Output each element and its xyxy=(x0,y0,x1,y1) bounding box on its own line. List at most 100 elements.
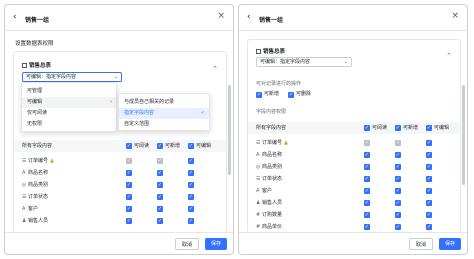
edit-checkbox[interactable]: ✓ xyxy=(188,182,194,188)
read-checkbox: ✓ xyxy=(126,158,132,164)
add-checkbox[interactable]: ✓ xyxy=(157,206,163,212)
table-row: ◎ 商品类别 ✓ ✓ ✓ xyxy=(14,179,226,191)
add-checkbox[interactable]: ✓ xyxy=(157,218,163,224)
dialog-header: ‹ 销售一组 × xyxy=(5,5,233,31)
read-checkbox[interactable]: ✓ xyxy=(364,164,370,170)
save-button[interactable]: 保存 xyxy=(205,238,228,250)
read-checkbox[interactable]: ✓ xyxy=(126,218,132,224)
table-row: A 客户 ✓ ✓ ✓ xyxy=(14,203,226,215)
ops-add-option[interactable]: ✓ 可新增 xyxy=(256,90,279,98)
add-checkbox: ✓ xyxy=(395,140,401,146)
select-all-edit-checkbox[interactable]: ✓ xyxy=(188,143,194,149)
submenu-item-specified-fields[interactable]: 指定字段内容 ✓ xyxy=(119,108,209,119)
scrollbar[interactable] xyxy=(462,85,465,185)
field-table-header: 所有字段内容 ✓ 可阅读 ✓ 可新增 ✓ 可编辑 xyxy=(248,122,460,134)
read-checkbox[interactable]: ✓ xyxy=(126,170,132,176)
edit-checkbox[interactable]: ✓ xyxy=(188,170,194,176)
permission-select[interactable]: 可编辑：指定字段内容 ⌄ xyxy=(22,72,122,82)
dialog-header: ‹ 销售一组 × xyxy=(239,5,467,31)
menu-item-manage[interactable]: 可管理 xyxy=(22,86,116,97)
table-row: A 客户 ✓ ✓ ✓ xyxy=(248,185,460,197)
add-checkbox[interactable]: ✓ xyxy=(395,200,401,206)
table-row: ☰ 订单状态 ✓ ✓ ✓ xyxy=(14,191,226,203)
table-row: A 商品名称 ✓ ✓ ✓ xyxy=(248,149,460,161)
table-row: ☰ 订单编号 🔒 ✓ ✓ ✓ xyxy=(248,137,460,149)
card-title: 销售总表 xyxy=(22,61,51,69)
back-icon[interactable]: ‹ xyxy=(13,13,17,22)
menu-item-edit[interactable]: 可编辑 › xyxy=(22,97,116,108)
edit-checkbox[interactable]: ✓ xyxy=(426,188,432,194)
permission-select[interactable]: 可编辑：指定字段内容 ⌄ xyxy=(256,57,352,67)
edit-checkbox[interactable]: ✓ xyxy=(188,194,194,200)
edit-checkbox[interactable]: ✓ xyxy=(188,218,194,224)
select-all-add-checkbox[interactable]: ✓ xyxy=(157,143,163,149)
add-checkbox[interactable]: ✓ xyxy=(395,176,401,182)
add-checkbox[interactable]: ✓ xyxy=(395,188,401,194)
lock-icon: 🔒 xyxy=(49,158,55,163)
menu-item-read-only[interactable]: 仅可阅读 xyxy=(22,108,116,119)
select-all-edit-checkbox[interactable]: ✓ xyxy=(426,125,432,131)
add-checkbox[interactable]: ✓ xyxy=(395,224,401,230)
read-checkbox[interactable]: ✓ xyxy=(364,200,370,206)
table-row: ♟ 销售人员 ✓ ✓ ✓ xyxy=(14,215,226,227)
cancel-button[interactable]: 取消 xyxy=(175,238,200,250)
back-icon[interactable]: ‹ xyxy=(247,13,251,22)
table-row: # 订购数量 ✓ ✓ ✓ xyxy=(248,209,460,221)
add-checkbox[interactable]: ✓ xyxy=(395,212,401,218)
edit-checkbox[interactable]: ✓ xyxy=(426,140,432,146)
close-icon[interactable]: × xyxy=(217,12,225,21)
edit-checkbox[interactable]: ✓ xyxy=(426,164,432,170)
card-title: 销售总表 xyxy=(256,47,285,55)
scrollbar[interactable] xyxy=(228,85,231,175)
menu-item-no-permission[interactable]: 无权限 xyxy=(22,119,116,130)
read-checkbox[interactable]: ✓ xyxy=(364,188,370,194)
table-row: ♟ 销售人员 ✓ ✓ ✓ xyxy=(248,197,460,209)
edit-checkbox[interactable]: ✓ xyxy=(426,200,432,206)
submenu-item-own-records[interactable]: 与成员自己相关的记录 xyxy=(119,97,209,108)
delete-record-checkbox[interactable]: ✓ xyxy=(288,92,294,98)
add-checkbox[interactable]: ✓ xyxy=(157,170,163,176)
dialog-footer: 取消 保存 xyxy=(239,232,467,254)
permission-dialog-right: ‹ 销售一组 × 销售总表 ⌃ 可编辑：指定字段内容 ⌄ 可对记录进行的操作 ✓… xyxy=(238,4,468,255)
submenu-item-custom-range[interactable]: 自定义范围 xyxy=(119,119,209,130)
table-row: ☰ 订单编号 🔒 ✓ ✓ ✓ xyxy=(14,155,226,167)
dialog-title: 销售一组 xyxy=(259,17,284,24)
read-checkbox[interactable]: ✓ xyxy=(364,224,370,230)
field-permission-label: 字段内容权限 xyxy=(256,109,287,115)
edit-checkbox[interactable]: ✓ xyxy=(188,206,194,212)
edit-checkbox[interactable]: ✓ xyxy=(426,152,432,158)
close-icon[interactable]: × xyxy=(451,12,459,21)
read-checkbox[interactable]: ✓ xyxy=(126,194,132,200)
cancel-button[interactable]: 取消 xyxy=(409,238,434,250)
field-table-header: 所有字段内容 ✓ 可阅读 ✓ 可新增 ✓ 可编辑 xyxy=(14,140,226,152)
edit-checkbox[interactable]: ✓ xyxy=(426,224,432,230)
add-record-checkbox[interactable]: ✓ xyxy=(256,92,262,98)
read-checkbox[interactable]: ✓ xyxy=(126,182,132,188)
read-checkbox[interactable]: ✓ xyxy=(364,152,370,158)
ops-delete-option[interactable]: ✓ 可删除 xyxy=(288,90,311,98)
edit-checkbox[interactable]: ✓ xyxy=(426,176,432,182)
table-row: ◎ 商品类别 ✓ ✓ ✓ xyxy=(248,161,460,173)
add-checkbox[interactable]: ✓ xyxy=(157,182,163,188)
select-all-read-checkbox[interactable]: ✓ xyxy=(364,125,370,131)
read-checkbox: ✓ xyxy=(364,140,370,146)
read-checkbox[interactable]: ✓ xyxy=(126,206,132,212)
add-checkbox[interactable]: ✓ xyxy=(395,152,401,158)
table-permission-card: 销售总表 ⌃ 可编辑：指定字段内容 ⌄ 所有字段内容 ✓ 可阅读 ✓ 可新增 ✓… xyxy=(13,51,227,233)
collapse-icon[interactable]: ⌃ xyxy=(446,52,452,60)
edit-checkbox[interactable]: ✓ xyxy=(188,158,194,164)
edit-checkbox[interactable]: ✓ xyxy=(426,212,432,218)
read-checkbox[interactable]: ✓ xyxy=(364,212,370,218)
table-icon xyxy=(22,63,27,68)
select-all-read-checkbox[interactable]: ✓ xyxy=(126,143,132,149)
collapse-icon[interactable]: ⌃ xyxy=(212,65,218,73)
save-button[interactable]: 保存 xyxy=(439,238,462,250)
chevron-down-icon: ⌄ xyxy=(343,59,348,65)
edit-scope-submenu: 与成员自己相关的记录 指定字段内容 ✓ 自定义范围 xyxy=(118,93,210,131)
table-icon xyxy=(256,49,261,54)
read-checkbox[interactable]: ✓ xyxy=(364,176,370,182)
select-all-add-checkbox[interactable]: ✓ xyxy=(395,125,401,131)
lock-icon: 🔒 xyxy=(283,140,289,145)
add-checkbox[interactable]: ✓ xyxy=(157,194,163,200)
add-checkbox[interactable]: ✓ xyxy=(395,164,401,170)
